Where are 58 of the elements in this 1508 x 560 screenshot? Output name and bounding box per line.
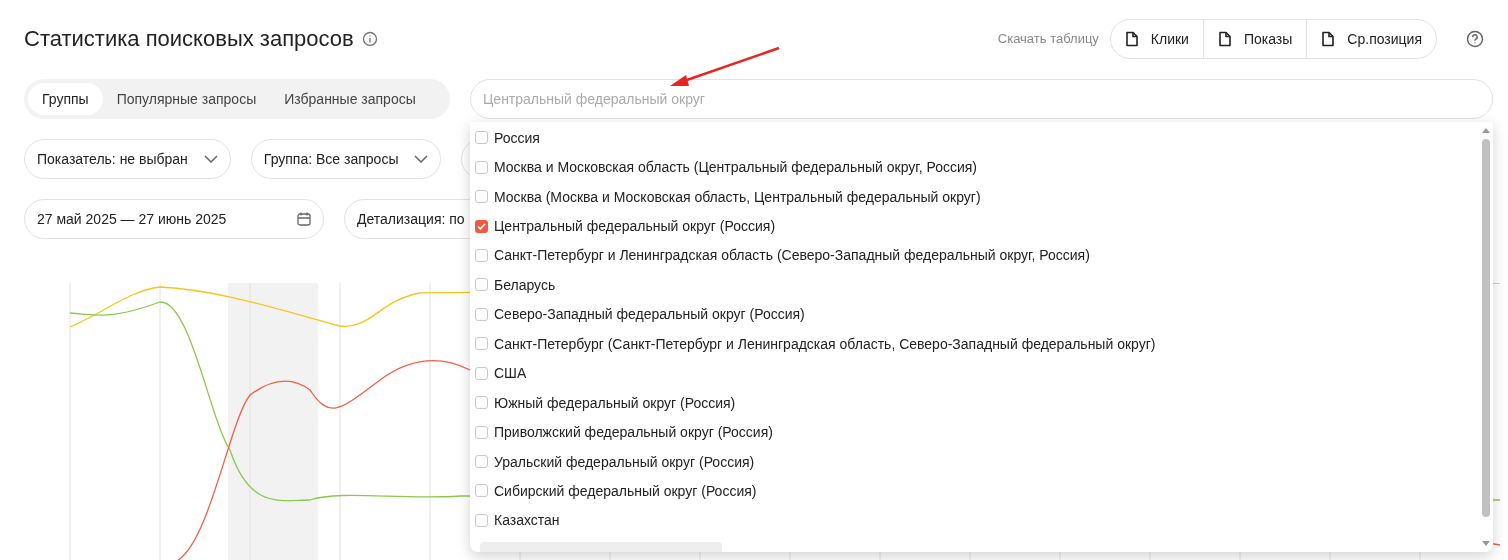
checkbox[interactable] xyxy=(475,513,488,527)
checkbox[interactable] xyxy=(475,337,488,351)
region-option[interactable]: Уральский федеральный округ (Россия) xyxy=(475,446,1479,477)
region-option-label: Санкт-Петербург (Санкт-Петербург и Ленинградская область, Северо-Западный федеральный округ) xyxy=(494,334,1156,354)
download-label: Скачать таблицу xyxy=(997,30,1099,49)
checkbox[interactable] xyxy=(475,455,488,469)
checkbox[interactable] xyxy=(475,396,488,410)
chevron-down-icon xyxy=(414,155,429,163)
checkbox[interactable] xyxy=(475,219,488,233)
region-option[interactable]: Беларусь xyxy=(475,270,1479,300)
tab[interactable]: Избранные запросы xyxy=(270,83,430,115)
region-search-field[interactable]: Центральный федеральный округ xyxy=(470,79,1493,119)
region-option-label: Беларусь xyxy=(494,275,556,295)
region-option[interactable]: Казахстан xyxy=(475,505,1479,536)
checkbox[interactable] xyxy=(475,190,488,204)
region-option-label: США xyxy=(494,364,527,384)
tab[interactable]: Группы xyxy=(28,83,103,115)
tab[interactable]: Популярные запросы xyxy=(102,83,271,115)
checkbox[interactable] xyxy=(475,160,488,174)
region-option[interactable]: Москва и Московская область (Центральный федеральный округ, Россия) xyxy=(475,152,1479,182)
region-option-label: Уральский федеральный округ (Россия) xyxy=(494,452,755,472)
checkbox[interactable] xyxy=(475,484,488,498)
checkbox[interactable] xyxy=(475,248,488,262)
checkbox[interactable] xyxy=(475,425,488,439)
region-option-label: Южный федеральный округ (Россия) xyxy=(494,393,736,413)
region-option[interactable]: Южный федеральный округ (Россия) xyxy=(475,387,1479,418)
checkbox[interactable] xyxy=(475,366,488,380)
region-option-label: Северо-Западный федеральный округ (Россия) xyxy=(494,305,805,325)
file-icon xyxy=(1217,31,1232,47)
region-option-label: Россия xyxy=(494,128,540,148)
region-option[interactable]: США xyxy=(475,358,1479,388)
scroll-up-icon[interactable] xyxy=(1482,128,1490,133)
date-range-value: 27 май 2025 — 27 июнь 2025 xyxy=(37,210,227,229)
region-option-label: Приволжский федеральный округ (Россия) xyxy=(494,423,773,443)
region-option[interactable]: Приволжский федеральный округ (Россия) xyxy=(475,417,1479,447)
region-option[interactable]: Сибирский федеральный округ (Россия) xyxy=(475,476,1479,506)
file-icon xyxy=(1321,31,1336,47)
chevron-down-icon xyxy=(203,155,218,163)
region-option-label: Казахстан xyxy=(494,511,560,531)
file-icon xyxy=(1124,31,1139,47)
page-title: Статистика поисковых запросов xyxy=(24,25,354,53)
checkbox[interactable] xyxy=(475,131,488,145)
download-button[interactable]: Показы xyxy=(1202,20,1307,58)
region-option-label: Санкт-Петербург и Ленинградская область (Северо-Западный федеральный округ, Россия) xyxy=(494,246,1090,266)
region-option-label: Москва и Московская область (Центральный федеральный округ, Россия) xyxy=(494,158,978,178)
checkbox[interactable] xyxy=(475,307,488,321)
scroll-down-icon[interactable] xyxy=(1482,541,1490,546)
region-option[interactable]: Россия xyxy=(475,123,1479,153)
help-icon[interactable] xyxy=(1466,30,1484,48)
region-option[interactable]: Санкт-Петербург и Ленинградская область (Северо-Западный федеральный округ, Россия) xyxy=(475,240,1479,271)
download-button[interactable]: Клики xyxy=(1110,20,1203,58)
calendar-icon xyxy=(297,212,311,226)
download-button[interactable]: Ср.позиция xyxy=(1306,20,1436,58)
info-icon[interactable] xyxy=(361,31,378,47)
checkbox[interactable] xyxy=(475,278,488,292)
region-option[interactable]: Санкт-Петербург (Санкт-Петербург и Ленинградская область, Северо-Западный федеральный округ) xyxy=(475,329,1479,359)
region-option-label: Сибирский федеральный округ (Россия) xyxy=(494,481,757,501)
region-option[interactable]: Северо-Западный федеральный округ (Россия) xyxy=(475,299,1479,330)
